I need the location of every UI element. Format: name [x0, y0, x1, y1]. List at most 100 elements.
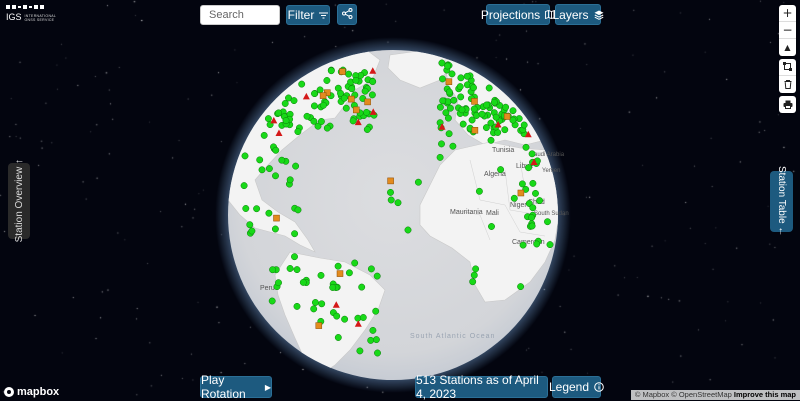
station-marker-warning[interactable]	[336, 270, 344, 277]
station-marker-active[interactable]	[341, 315, 349, 323]
station-marker-active[interactable]	[271, 225, 279, 233]
station-marker-active[interactable]	[282, 117, 290, 125]
station-marker-active[interactable]	[334, 334, 342, 341]
station-marker-active[interactable]	[439, 97, 447, 105]
station-marker-active[interactable]	[444, 62, 451, 70]
station-marker-active[interactable]	[470, 271, 478, 279]
station-marker-active[interactable]	[528, 214, 536, 222]
station-marker-active[interactable]	[487, 136, 495, 144]
station-marker-warning[interactable]	[471, 98, 478, 105]
station-marker-active[interactable]	[470, 84, 477, 92]
station-marker-active[interactable]	[367, 265, 375, 273]
station-marker-active[interactable]	[278, 156, 286, 164]
station-marker-active[interactable]	[522, 143, 530, 151]
station-count-button[interactable]: 513 Stations as of April 4, 2023	[415, 373, 548, 401]
station-marker-active[interactable]	[275, 109, 283, 117]
station-marker-active[interactable]	[290, 97, 298, 105]
station-marker-active[interactable]	[394, 199, 402, 207]
station-marker-active[interactable]	[485, 84, 493, 92]
station-marker-active[interactable]	[286, 176, 294, 184]
filter-button[interactable]: Filter	[286, 5, 330, 25]
station-marker-active[interactable]	[291, 253, 298, 261]
station-marker-active[interactable]	[374, 349, 381, 357]
station-marker-active[interactable]	[348, 85, 356, 93]
station-marker-active[interactable]	[449, 142, 457, 150]
station-marker-active[interactable]	[333, 312, 341, 320]
station-marker-active[interactable]	[310, 102, 318, 110]
play-rotation-button[interactable]: Play Rotation ▶	[200, 373, 272, 401]
station-marker-active[interactable]	[334, 262, 342, 270]
station-marker-active[interactable]	[323, 124, 331, 132]
globe-map[interactable]: Tunisia Saudi Arabia Libya Algeria Yemen…	[0, 0, 800, 400]
layers-button[interactable]: Layers	[552, 4, 604, 25]
station-marker-active[interactable]	[291, 230, 299, 238]
station-marker-active[interactable]	[272, 172, 279, 180]
station-marker-active[interactable]	[533, 240, 541, 248]
station-marker-active[interactable]	[463, 72, 471, 80]
station-marker-active[interactable]	[351, 259, 359, 267]
station-marker-active[interactable]	[510, 194, 518, 202]
station-marker-active[interactable]	[349, 117, 357, 125]
station-marker-active[interactable]	[256, 156, 264, 164]
station-marker-active[interactable]	[459, 120, 467, 128]
print-button[interactable]	[779, 96, 796, 113]
station-marker-active[interactable]	[242, 205, 250, 212]
station-marker-active[interactable]	[502, 103, 510, 111]
station-table-tab[interactable]: Station Table ←	[770, 166, 793, 237]
station-marker-warning[interactable]	[315, 322, 323, 329]
zoom-in-button[interactable]: +	[779, 5, 796, 22]
station-marker-warning[interactable]	[339, 68, 346, 75]
station-marker-active[interactable]	[248, 227, 256, 235]
station-marker-active[interactable]	[436, 153, 444, 161]
station-marker-active[interactable]	[318, 300, 326, 308]
station-marker-active[interactable]	[518, 180, 526, 188]
station-marker-active[interactable]	[369, 78, 377, 86]
station-marker-active[interactable]	[311, 299, 319, 306]
station-marker-active[interactable]	[359, 314, 367, 321]
delete-button[interactable]	[779, 76, 796, 93]
station-marker-active[interactable]	[446, 104, 454, 112]
zoom-out-button[interactable]: −	[779, 22, 796, 39]
station-marker-warning[interactable]	[387, 177, 394, 185]
station-marker-active[interactable]	[311, 90, 318, 98]
search-input[interactable]	[200, 5, 280, 25]
station-marker-active[interactable]	[439, 75, 446, 83]
station-marker-active[interactable]	[294, 128, 302, 136]
station-marker-active[interactable]	[373, 272, 381, 280]
station-marker-active[interactable]	[241, 152, 249, 160]
station-marker-active[interactable]	[358, 283, 366, 291]
station-marker-active[interactable]	[342, 104, 350, 112]
station-marker-active[interactable]	[265, 209, 273, 217]
station-marker-active[interactable]	[469, 278, 477, 286]
station-marker-active[interactable]	[490, 98, 498, 106]
station-marker-active[interactable]	[536, 197, 544, 205]
station-marker-active[interactable]	[269, 266, 277, 274]
station-marker-active[interactable]	[372, 336, 380, 344]
station-marker-active[interactable]	[265, 165, 273, 173]
station-marker-active[interactable]	[327, 67, 335, 75]
station-marker-active[interactable]	[272, 146, 280, 154]
station-marker-active[interactable]	[529, 179, 537, 187]
station-marker-active[interactable]	[246, 221, 254, 229]
station-marker-active[interactable]	[345, 269, 353, 277]
station-marker-active[interactable]	[528, 222, 536, 230]
station-marker-warning[interactable]	[348, 95, 355, 103]
station-marker-active[interactable]	[319, 101, 327, 109]
station-marker-active[interactable]	[258, 166, 266, 174]
station-marker-active[interactable]	[470, 105, 478, 113]
station-marker-active[interactable]	[445, 130, 453, 138]
station-marker-active[interactable]	[363, 126, 371, 133]
station-marker-active[interactable]	[472, 265, 480, 273]
station-marker-active[interactable]	[492, 113, 500, 121]
station-marker-active[interactable]	[369, 326, 377, 334]
station-marker-active[interactable]	[294, 206, 302, 214]
station-marker-active[interactable]	[281, 100, 289, 107]
station-marker-warning[interactable]	[503, 113, 511, 120]
station-marker-active[interactable]	[361, 87, 369, 95]
mapbox-logo[interactable]: mapbox	[4, 386, 59, 398]
station-marker-active[interactable]	[329, 284, 337, 291]
station-marker-active[interactable]	[310, 305, 318, 313]
station-marker-active[interactable]	[240, 182, 248, 190]
station-marker-active[interactable]	[436, 103, 444, 111]
station-marker-active[interactable]	[544, 218, 551, 226]
